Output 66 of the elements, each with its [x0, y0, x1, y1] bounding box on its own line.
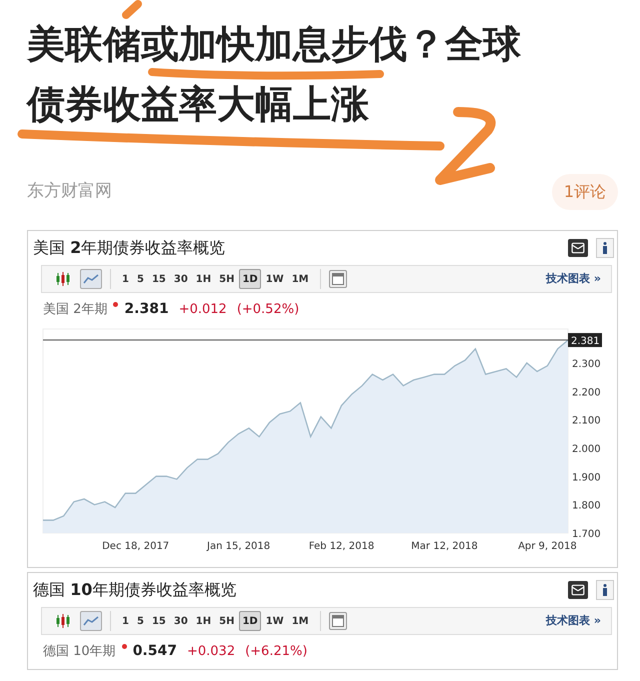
widget-title: 德国 10年期债券收益率概览 [33, 579, 236, 601]
instrument-name: 美国 2年期 [43, 301, 108, 319]
y-axis-label: 2.300 [572, 359, 601, 370]
interval-button[interactable]: 1 [119, 611, 132, 631]
interval-button[interactable]: 1M [288, 611, 312, 631]
chart-type-button[interactable] [80, 611, 102, 631]
y-axis-label: 1.700 [572, 529, 601, 540]
interval-button[interactable]: 1H [192, 269, 214, 289]
line-chart-icon [83, 273, 99, 285]
mail-button[interactable] [568, 239, 588, 257]
interval-button[interactable]: 5H [216, 269, 238, 289]
calendar-button[interactable] [328, 612, 347, 630]
x-axis-label: Mar 12, 2018 [411, 541, 478, 552]
info-icon [602, 584, 608, 596]
interval-button[interactable]: 1D [239, 269, 261, 289]
interval-button[interactable]: 5 [134, 611, 147, 631]
x-axis-label: Dec 18, 2017 [102, 541, 170, 552]
price-change: +0.032 [186, 643, 236, 661]
y-axis-label: 2.000 [572, 444, 601, 455]
x-axis-label: Jan 15, 2018 [207, 541, 270, 552]
article-title-line: 债券收益率大幅上涨 [27, 82, 369, 126]
price-tag: 2.381 [568, 333, 602, 348]
interval-button[interactable]: 5 [134, 269, 147, 289]
calendar-icon [332, 273, 344, 285]
interval-button[interactable]: 1W [262, 611, 287, 631]
info-button[interactable] [596, 580, 614, 600]
interval-button[interactable]: 1H [192, 611, 214, 631]
highlight-stroke [122, 0, 142, 19]
info-button[interactable] [596, 238, 614, 258]
technical-chart-link[interactable]: 技术图表 » [546, 612, 601, 630]
mail-icon [571, 241, 585, 255]
price-change: +0.012 [178, 301, 227, 319]
last-price: 2.381 [124, 300, 169, 319]
calendar-button[interactable] [328, 270, 347, 288]
interval-button[interactable]: 1 [119, 269, 132, 289]
last-price: 0.547 [132, 642, 177, 661]
interval-button[interactable]: 1M [288, 269, 312, 289]
technical-chart-link[interactable]: 技术图表 » [546, 270, 601, 288]
percent-change: (+6.21%) [245, 643, 308, 661]
calendar-icon [332, 615, 344, 627]
candlestick-icon [55, 614, 71, 628]
mail-button[interactable] [568, 581, 588, 599]
candlestick-icon [55, 272, 71, 286]
source-name: 东方财富网 [27, 180, 112, 204]
info-icon [602, 242, 608, 254]
chart-type-button[interactable] [80, 269, 102, 289]
y-axis-label: 1.800 [572, 500, 601, 512]
interval-button[interactable]: 15 [148, 269, 169, 289]
y-axis-label: 2.200 [572, 387, 601, 398]
article-title-line: 美联储或加快加息步伐？全球 [27, 22, 521, 66]
interval-button[interactable]: 30 [170, 269, 191, 289]
widget-title: 美国 2年期债券收益率概览 [33, 237, 226, 259]
interval-button[interactable]: 30 [170, 611, 191, 631]
instrument-name: 德国 10年期 [43, 643, 116, 661]
interval-button[interactable]: 5H [216, 611, 238, 631]
ref-line-label: 2.381 [571, 336, 600, 348]
y-axis-label: 2.100 [572, 416, 601, 427]
interval-button[interactable]: 1D [239, 611, 261, 631]
interval-button[interactable]: 15 [148, 611, 169, 631]
x-axis-label: Apr 9, 2018 [518, 541, 577, 552]
y-axis-label: 1.900 [572, 472, 601, 484]
interval-button[interactable]: 1W [262, 269, 287, 289]
x-axis-label: Feb 12, 2018 [308, 541, 374, 552]
percent-change: (+0.52%) [236, 301, 300, 319]
line-chart-icon [83, 615, 99, 627]
mail-icon [571, 583, 585, 597]
